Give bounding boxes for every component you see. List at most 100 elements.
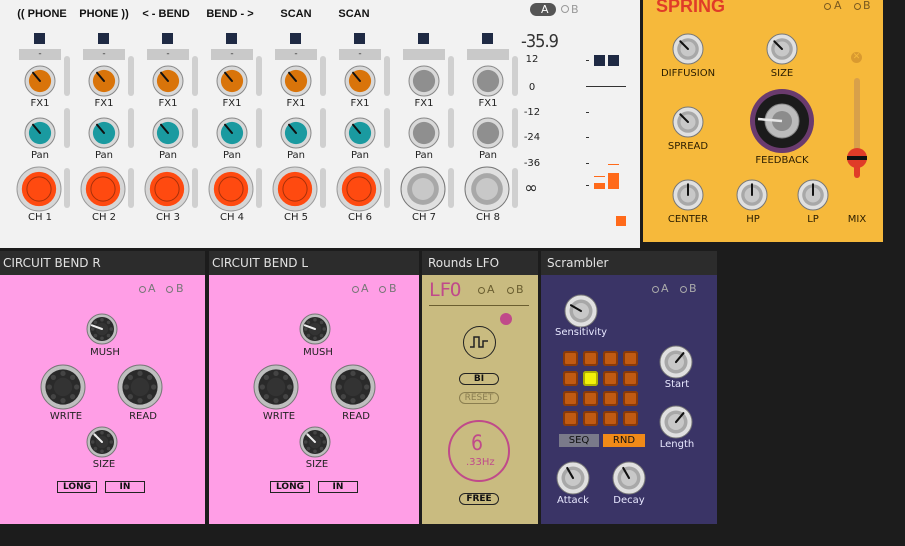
ch4-send-slider-1[interactable] [256, 56, 262, 96]
step-cell[interactable] [583, 411, 598, 426]
spring-preset-b-icon[interactable] [854, 3, 861, 10]
ch1-pan-knob[interactable] [24, 117, 56, 153]
rnd-button[interactable]: RND [603, 434, 645, 447]
ch3-fx-knob[interactable] [152, 65, 184, 101]
ch4-fx-knob[interactable] [216, 65, 248, 101]
ch5-input-select[interactable]: - [275, 49, 317, 60]
cbr-preset-b-icon[interactable] [166, 286, 173, 293]
ch1-send-slider-3[interactable] [64, 168, 70, 208]
ch1-send-slider-2[interactable] [64, 108, 70, 148]
lfo-preset-a-icon[interactable] [478, 287, 485, 294]
cbl-write-knob[interactable] [253, 364, 299, 414]
cbr-write-knob[interactable] [40, 364, 86, 414]
ch5-fx-knob[interactable] [280, 65, 312, 101]
size-knob[interactable] [766, 33, 798, 69]
mix-close-icon[interactable]: ✕ [851, 52, 862, 63]
ch8-mute-button[interactable] [482, 33, 493, 44]
sensitivity-knob[interactable] [564, 294, 598, 332]
ch4-volume-knob[interactable] [208, 166, 254, 216]
ch7-pan-knob[interactable] [408, 117, 440, 153]
step-cell[interactable] [603, 371, 618, 386]
feedback-knob[interactable] [749, 88, 815, 158]
ch5-send-slider-2[interactable] [320, 108, 326, 148]
cbl-size-knob[interactable] [299, 426, 331, 462]
step-cell[interactable] [563, 391, 578, 406]
waveform-button[interactable] [463, 326, 496, 359]
spread-knob[interactable] [672, 106, 704, 142]
ch7-send-slider-1[interactable] [448, 56, 454, 96]
ch2-input-select[interactable]: - [83, 49, 125, 60]
ch8-pan-knob[interactable] [472, 117, 504, 153]
lfo-reset-button[interactable]: RESET [459, 392, 499, 404]
mix-slider-handle[interactable] [847, 148, 867, 168]
ch2-send-slider-3[interactable] [128, 168, 134, 208]
step-cell[interactable] [623, 371, 638, 386]
scrambler-preset-a-icon[interactable] [652, 286, 659, 293]
ch5-send-slider-1[interactable] [320, 56, 326, 96]
ch1-fx-knob[interactable] [24, 65, 56, 101]
ch7-send-slider-3[interactable] [448, 168, 454, 208]
ch4-pan-knob[interactable] [216, 117, 248, 153]
ch7-fx-knob[interactable] [408, 65, 440, 101]
step-cell[interactable] [623, 351, 638, 366]
step-cell[interactable] [583, 391, 598, 406]
spring-preset-a-icon[interactable] [824, 3, 831, 10]
ch8-volume-knob[interactable] [464, 166, 510, 216]
cbr-preset-a-icon[interactable] [139, 286, 146, 293]
seq-button[interactable]: SEQ [559, 434, 599, 447]
ch6-pan-knob[interactable] [344, 117, 376, 153]
ch3-send-slider-3[interactable] [192, 168, 198, 208]
step-cell[interactable] [583, 371, 598, 386]
ch2-volume-knob[interactable] [80, 166, 126, 216]
scrambler-preset-b-icon[interactable] [680, 286, 687, 293]
ch2-send-slider-1[interactable] [128, 56, 134, 96]
ch6-send-slider-2[interactable] [384, 108, 390, 148]
lfo-bi-button[interactable]: BI [459, 373, 499, 385]
cbr-mush-knob[interactable] [86, 313, 118, 349]
step-cell[interactable] [583, 351, 598, 366]
attack-knob[interactable] [556, 461, 590, 499]
cbl-preset-a-icon[interactable] [352, 286, 359, 293]
ch4-send-slider-3[interactable] [256, 168, 262, 208]
ch3-input-select[interactable]: - [147, 49, 189, 60]
ch2-pan-knob[interactable] [88, 117, 120, 153]
ch7-mute-button[interactable] [418, 33, 429, 44]
ch6-fx-knob[interactable] [344, 65, 376, 101]
step-cell[interactable] [603, 351, 618, 366]
center-knob[interactable] [672, 179, 704, 215]
cbr-size-knob[interactable] [86, 426, 118, 462]
ch6-volume-knob[interactable] [336, 166, 382, 216]
lfo-free-button[interactable]: FREE [459, 493, 499, 505]
step-cell[interactable] [623, 411, 638, 426]
ch5-pan-knob[interactable] [280, 117, 312, 153]
ch6-send-slider-3[interactable] [384, 168, 390, 208]
ch6-send-slider-1[interactable] [384, 56, 390, 96]
ch6-mute-button[interactable] [354, 33, 365, 44]
ch4-mute-button[interactable] [226, 33, 237, 44]
ch3-pan-knob[interactable] [152, 117, 184, 153]
ch4-send-slider-2[interactable] [256, 108, 262, 148]
cbr-long-button[interactable]: LONG [57, 481, 97, 493]
lfo-preset-b-icon[interactable] [507, 287, 514, 294]
start-knob[interactable] [659, 345, 693, 383]
decay-knob[interactable] [612, 461, 646, 499]
ch7-volume-knob[interactable] [400, 166, 446, 216]
ch3-volume-knob[interactable] [144, 166, 190, 216]
ch5-send-slider-3[interactable] [320, 168, 326, 208]
cbl-in-button[interactable]: IN [318, 481, 358, 493]
ch2-mute-button[interactable] [98, 33, 109, 44]
step-cell[interactable] [563, 411, 578, 426]
ch8-fx-knob[interactable] [472, 65, 504, 101]
cbl-long-button[interactable]: LONG [270, 481, 310, 493]
ch6-input-select[interactable]: - [339, 49, 381, 60]
lp-knob[interactable] [797, 179, 829, 215]
step-cell[interactable] [563, 351, 578, 366]
step-cell[interactable] [623, 391, 638, 406]
step-cell[interactable] [603, 411, 618, 426]
cbr-in-button[interactable]: IN [105, 481, 145, 493]
hp-knob[interactable] [736, 179, 768, 215]
cbl-mush-knob[interactable] [299, 313, 331, 349]
cbr-read-knob[interactable] [117, 364, 163, 414]
step-cell[interactable] [563, 371, 578, 386]
ch1-mute-button[interactable] [34, 33, 45, 44]
